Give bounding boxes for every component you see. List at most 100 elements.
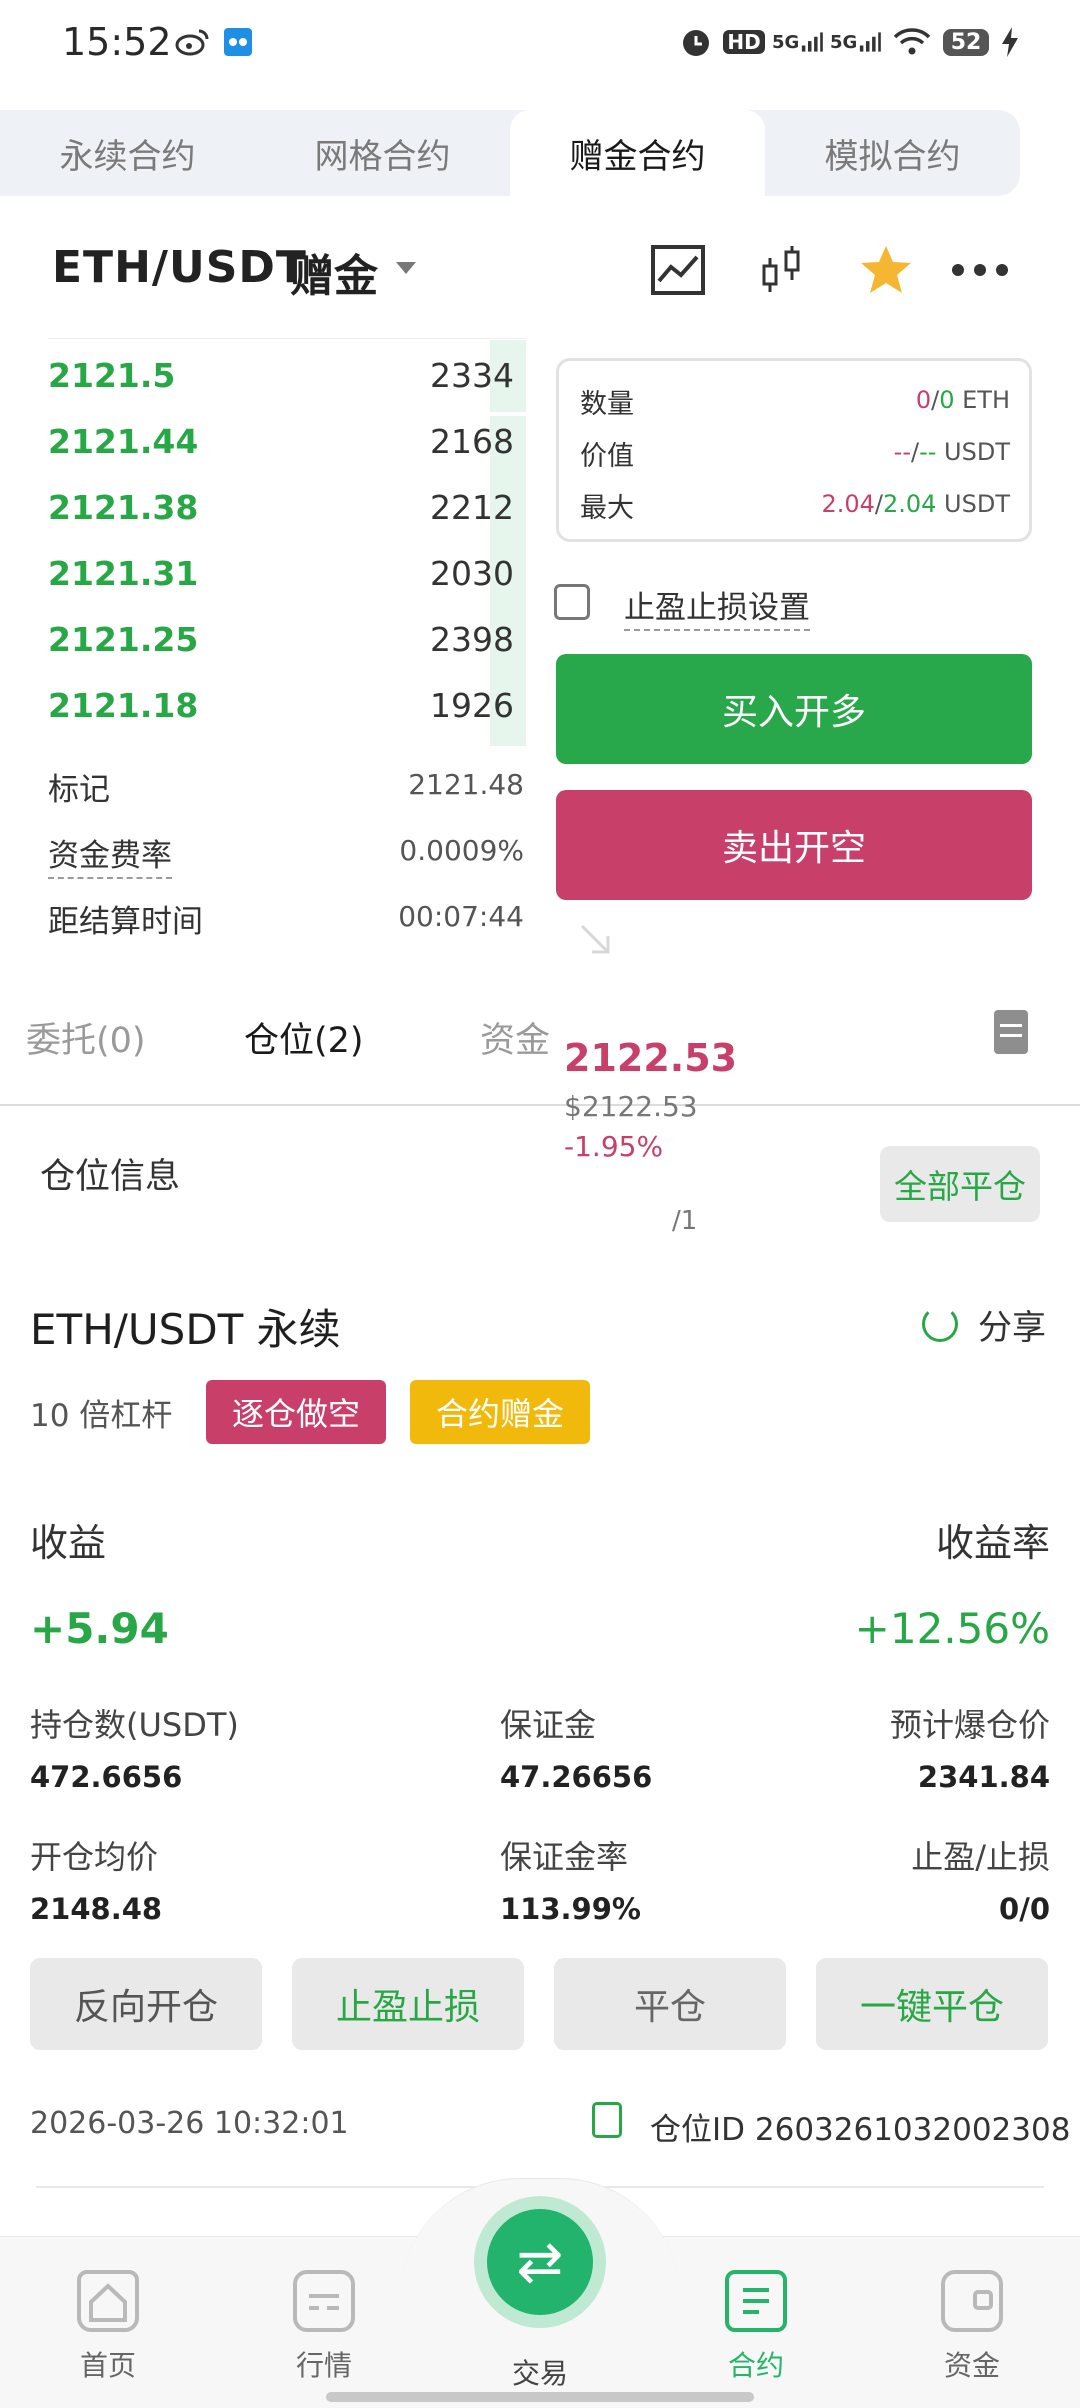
margin-rate-value: 113.99% [500, 1892, 641, 1926]
orderbook-qty: 2398 [430, 620, 514, 659]
nav-trade-label[interactable]: 交易 [474, 2352, 606, 2392]
orderbook-row[interactable]: 2121.18 1926 [48, 680, 526, 746]
roe-label: 收益率 [935, 1521, 1050, 1565]
sell-short-button[interactable]: 卖出开空 [556, 790, 1032, 900]
liquidation-label: 预计爆仓价 [889, 1706, 1050, 1744]
close-position-button[interactable]: 平仓 [554, 1958, 786, 2050]
tab-simulated[interactable]: 模拟合约 [765, 110, 1020, 196]
nav-market[interactable]: 行情 [234, 2270, 414, 2400]
swap-icon: ⇄ [487, 2209, 593, 2315]
chart-line-icon[interactable] [648, 240, 708, 300]
value-label: 价值 [580, 441, 634, 472]
copy-icon[interactable] [592, 2102, 622, 2138]
orderbook-row[interactable]: 2121.38 2212 [48, 482, 526, 548]
share-button[interactable]: 分享 [978, 1300, 1046, 1349]
funding-rate-value: 0.0009% [399, 834, 524, 867]
tab-funds[interactable]: 资金 [480, 1012, 550, 1063]
position-pair: ETH/USDT 永续 [30, 1305, 341, 1354]
settlement-label: 距结算时间 [48, 904, 203, 940]
home-icon [77, 2270, 139, 2332]
value-open: -- [893, 438, 911, 466]
roe-value: +12.56% [854, 1604, 1050, 1653]
orderbook-qty: 1926 [430, 686, 514, 725]
orderbook-row[interactable]: 2121.5 2334 [48, 340, 526, 412]
share-icon[interactable] [922, 1306, 958, 1342]
status-time: 15:52 [62, 20, 172, 64]
gesture-bar[interactable] [326, 2392, 754, 2402]
leverage-label: 10 倍杠杆 [30, 1398, 173, 1434]
pair-title[interactable]: ETH/USDT [52, 242, 307, 293]
wallet-icon [941, 2270, 1003, 2332]
position-size-value: 472.6656 [30, 1760, 183, 1794]
market-icon [293, 2270, 355, 2332]
max-unit: USDT [944, 490, 1010, 518]
nav-trade[interactable]: ⇄ [474, 2196, 606, 2328]
pnl-label: 收益 [30, 1521, 107, 1565]
orderbook-divider [48, 338, 526, 339]
nav-wallet-label: 资金 [943, 2349, 1000, 2382]
quantity-unit: ETH [962, 386, 1010, 414]
one-click-close-button[interactable]: 一键平仓 [816, 1958, 1048, 2050]
reverse-position-button[interactable]: 反向开仓 [30, 1958, 262, 2050]
buy-long-button[interactable]: 买入开多 [556, 654, 1032, 764]
mark-price-value: 2121.48 [408, 768, 524, 801]
nav-contract[interactable]: 合约 [666, 2270, 846, 2400]
quantity-value: 0/0 ETH [915, 386, 1010, 414]
max-label: 最大 [580, 493, 634, 524]
orderbook-row[interactable]: 2121.31 2030 [48, 548, 526, 614]
orderbook-row[interactable]: 2121.25 2398 [48, 614, 526, 680]
orderbook-price: 2121.44 [48, 422, 199, 461]
orderbook-price: 2121.25 [48, 620, 199, 659]
mark-price-label: 标记 [48, 772, 110, 808]
max-available: 2.04 [882, 490, 937, 518]
tab-orders[interactable]: 委托(0) [26, 1012, 146, 1063]
position-timestamp: 2026-03-26 10:32:01 [30, 2106, 349, 2141]
position-size-label: 持仓数(USDT) [30, 1706, 239, 1744]
tab-perpetual[interactable]: 永续合约 [0, 110, 255, 196]
entry-price-label: 开仓均价 [30, 1838, 159, 1876]
tpsl-checkbox[interactable] [554, 584, 590, 620]
quantity-open: 0 [915, 386, 932, 414]
max-value: 2.04/2.04 USDT [821, 490, 1010, 518]
value-available: -- [919, 438, 937, 466]
candlestick-icon[interactable] [752, 240, 812, 300]
orderbook-price: 2121.18 [48, 686, 199, 725]
floating-price-usd: $2122.53 [564, 1090, 698, 1123]
close-all-button[interactable]: 全部平仓 [880, 1146, 1040, 1222]
orderbook-row[interactable]: 2121.44 2168 [48, 416, 526, 482]
page-indicator: /1 [672, 1206, 698, 1236]
app-icon [222, 24, 254, 60]
more-icon[interactable] [950, 240, 1010, 300]
value-value: --/-- USDT [893, 438, 1010, 466]
tpsl-settings-label[interactable]: 止盈止损设置 [624, 582, 810, 631]
value-unit: USDT [944, 438, 1010, 466]
floating-price-change: -1.95% [564, 1130, 664, 1163]
pair-mode[interactable]: 赠金 [290, 240, 378, 304]
badge-isolated-short: 逐仓做空 [206, 1380, 386, 1444]
margin-rate-label: 保证金率 [500, 1838, 629, 1876]
tpsl-summary-label: 止盈/止损 [911, 1838, 1050, 1876]
orderbook-price: 2121.38 [48, 488, 199, 527]
tpsl-button[interactable]: 止盈止损 [292, 1958, 524, 2050]
tab-grid[interactable]: 网格合约 [255, 110, 510, 196]
resize-icon[interactable] [578, 922, 612, 956]
orderbook-price: 2121.31 [48, 554, 199, 593]
tab-positions[interactable]: 仓位(2) [244, 1012, 364, 1063]
entry-price-value: 2148.48 [30, 1892, 163, 1926]
nav-contract-label: 合约 [727, 2349, 784, 2382]
battery-icon: 52 [938, 24, 994, 60]
nav-home[interactable]: 首页 [18, 2270, 198, 2400]
chevron-down-icon[interactable] [396, 262, 416, 274]
contract-icon [725, 2270, 787, 2332]
quantity-available: 0 [939, 386, 955, 414]
position-id: 仓位ID 2603261032002308 [650, 2112, 1071, 2148]
orderbook-qty: 2030 [430, 554, 514, 593]
margin-value: 47.26656 [500, 1760, 653, 1794]
tab-bonus[interactable]: 赠金合约 [510, 110, 765, 196]
list-icon[interactable] [994, 1010, 1028, 1054]
nav-wallet[interactable]: 资金 [882, 2270, 1062, 2400]
settlement-countdown: 00:07:44 [398, 900, 524, 933]
funding-rate-label[interactable]: 资金费率 [48, 830, 172, 879]
star-icon[interactable] [856, 240, 916, 300]
hd-icon: HD [722, 24, 766, 60]
